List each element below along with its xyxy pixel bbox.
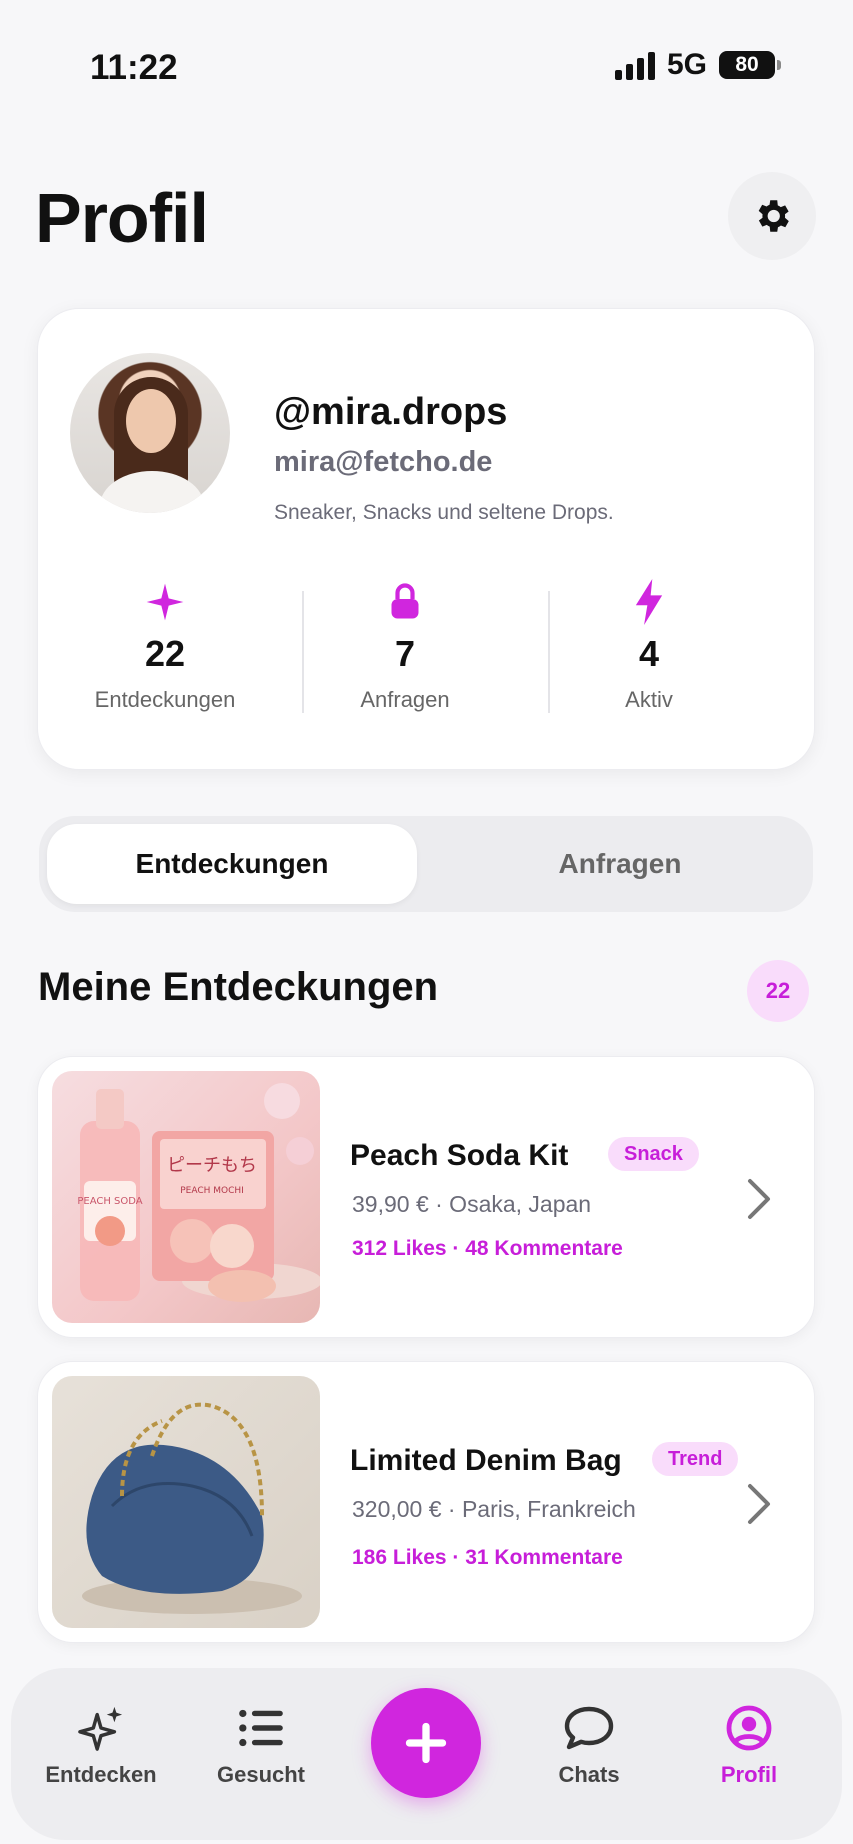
page-title: Profil <box>35 179 209 257</box>
nav-label: Chats <box>558 1762 620 1787</box>
bottle-label: PEACH SODA <box>77 1196 142 1207</box>
product-image <box>52 1376 320 1628</box>
user-circle-icon <box>679 1698 819 1758</box>
list-icon <box>191 1698 331 1758</box>
lightning-icon <box>534 579 764 625</box>
item-meta: 320,00 € · Paris, Frankreich <box>352 1496 636 1522</box>
item-title: Peach Soda Kit <box>350 1139 569 1172</box>
section-title: Meine Entdeckungen <box>38 965 439 1009</box>
nav-label: Profil <box>720 1762 778 1787</box>
settings-button[interactable] <box>728 172 816 260</box>
signal-icon <box>614 50 655 80</box>
chevron-right-icon <box>744 1177 774 1221</box>
nav-label: Entdecken <box>45 1762 157 1787</box>
segmented-tabs: Entdeckungen Anfragen <box>39 816 813 912</box>
discovery-card[interactable]: PEACH SODA ピーチもち PEACH MOCHI Peach Soda … <box>37 1056 815 1338</box>
item-meta: 39,90 € · Osaka, Japan <box>352 1191 592 1217</box>
avatar[interactable] <box>70 353 230 513</box>
nav-discover[interactable]: Entdecken <box>31 1698 171 1788</box>
nav-wanted[interactable]: Gesucht <box>191 1698 331 1788</box>
network-label: 5G <box>666 48 707 81</box>
profile-handle: @mira.drops <box>274 391 508 433</box>
item-title: Limited Denim Bag <box>350 1444 622 1477</box>
stat-label: Aktiv <box>625 687 673 712</box>
item-tag: Trend <box>652 1442 739 1476</box>
chevron-right-icon <box>744 1482 774 1526</box>
battery-level: 80 <box>735 53 759 76</box>
lock-icon <box>290 579 520 625</box>
count-badge: 22 <box>747 960 809 1022</box>
bottom-nav: Entdecken Gesucht Chats Profil <box>11 1668 842 1840</box>
stat-label: Anfragen <box>360 687 450 712</box>
stat-active[interactable]: 4 Aktiv <box>534 579 764 713</box>
nav-profile[interactable]: Profil <box>679 1698 819 1788</box>
profile-bio: Sneaker, Snacks und seltene Drops. <box>274 501 614 524</box>
status-indicators: 5G 80 <box>614 48 781 82</box>
item-engagement: 312 Likes · 48 Kommentare <box>352 1237 623 1260</box>
tab-discoveries[interactable]: Entdeckungen <box>47 824 417 904</box>
box-title: ピーチもち <box>167 1155 257 1176</box>
nav-chats[interactable]: Chats <box>519 1698 659 1788</box>
status-time: 11:22 <box>90 48 178 87</box>
profile-email: mira@fetcho.de <box>274 446 493 478</box>
sparkle-icon <box>50 579 280 625</box>
item-tag: Snack <box>608 1137 699 1171</box>
tab-requests[interactable]: Anfragen <box>435 824 805 904</box>
item-engagement: 186 Likes · 31 Kommentare <box>352 1546 623 1569</box>
stat-label: Entdeckungen <box>94 687 236 712</box>
chat-bubble-icon <box>519 1698 659 1758</box>
stat-value: 22 <box>144 633 186 674</box>
box-subtitle: PEACH MOCHI <box>180 1186 244 1196</box>
add-button[interactable] <box>371 1688 481 1798</box>
gear-icon <box>758 200 789 232</box>
nav-label: Gesucht <box>216 1762 306 1787</box>
sparkles-icon <box>31 1698 171 1758</box>
stat-discoveries[interactable]: 22 Entdeckungen <box>50 579 280 713</box>
discovery-card[interactable]: Limited Denim Bag Trend 320,00 € · Paris… <box>37 1361 815 1643</box>
stat-value: 7 <box>394 633 416 674</box>
stat-requests[interactable]: 7 Anfragen <box>290 579 520 713</box>
battery-icon: 80 <box>719 51 781 79</box>
plus-icon <box>405 1722 447 1764</box>
profile-card: @mira.drops mira@fetcho.de Sneaker, Snac… <box>37 308 815 770</box>
product-image: PEACH SODA ピーチもち PEACH MOCHI <box>52 1071 320 1323</box>
stat-value: 4 <box>638 633 660 674</box>
status-bar: 11:22 5G 80 <box>0 0 853 140</box>
